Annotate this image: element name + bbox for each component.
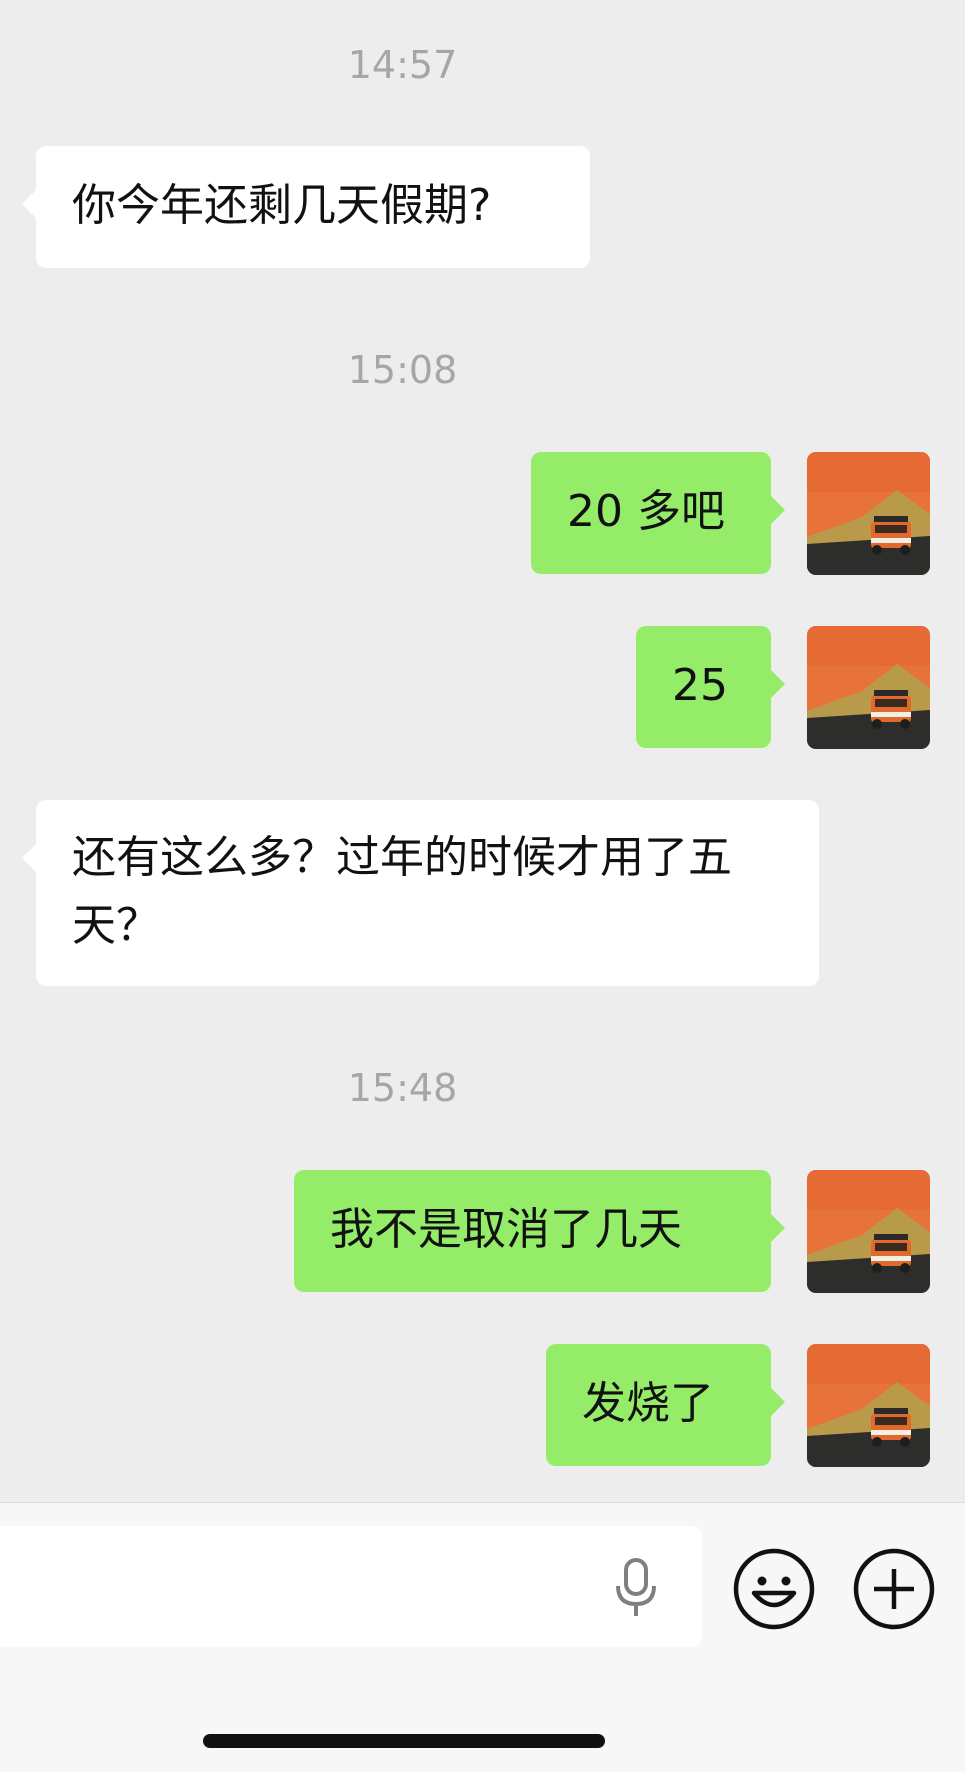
avatar[interactable] bbox=[807, 626, 930, 749]
timestamp: 15:48 bbox=[347, 1066, 458, 1110]
microphone-icon[interactable] bbox=[612, 1558, 660, 1618]
emoji-icon[interactable] bbox=[732, 1547, 816, 1631]
message-text: 还有这么多？过年的时候才用了五天？ bbox=[72, 832, 732, 951]
chat-input-bar bbox=[0, 1502, 965, 1772]
message-text: 25 bbox=[672, 660, 728, 711]
message-bubble-received[interactable]: 你今年还剩几天假期? bbox=[22, 146, 590, 268]
message-bubble-received[interactable]: 还有这么多？过年的时候才用了五天？ bbox=[22, 800, 819, 986]
message-bubble-sent[interactable]: 20 多吧 bbox=[531, 452, 785, 574]
message-input[interactable] bbox=[0, 1526, 702, 1647]
message-text: 发烧了 bbox=[582, 1378, 714, 1429]
avatar[interactable] bbox=[807, 1170, 930, 1293]
message-text: 20 多吧 bbox=[567, 486, 725, 537]
avatar[interactable] bbox=[807, 452, 930, 575]
chat-message-list[interactable]: 14:57 你今年还剩几天假期? 15:08 20 多吧 25 还有这么多？过年… bbox=[0, 0, 965, 1502]
home-indicator[interactable] bbox=[203, 1734, 605, 1748]
jeep-sunset-avatar-image bbox=[807, 1344, 930, 1467]
jeep-sunset-avatar-image bbox=[807, 626, 930, 749]
message-bubble-sent[interactable]: 我不是取消了几天 bbox=[294, 1170, 785, 1292]
timestamp: 15:08 bbox=[347, 348, 458, 392]
avatar[interactable] bbox=[807, 1344, 930, 1467]
jeep-sunset-avatar-image bbox=[807, 452, 930, 575]
message-bubble-sent[interactable]: 发烧了 bbox=[546, 1344, 785, 1466]
message-text: 我不是取消了几天 bbox=[330, 1204, 682, 1255]
plus-icon[interactable] bbox=[852, 1547, 936, 1631]
jeep-sunset-avatar-image bbox=[807, 1170, 930, 1293]
message-bubble-sent[interactable]: 25 bbox=[636, 626, 785, 748]
timestamp: 14:57 bbox=[347, 43, 458, 87]
message-text: 你今年还剩几天假期? bbox=[72, 180, 492, 231]
